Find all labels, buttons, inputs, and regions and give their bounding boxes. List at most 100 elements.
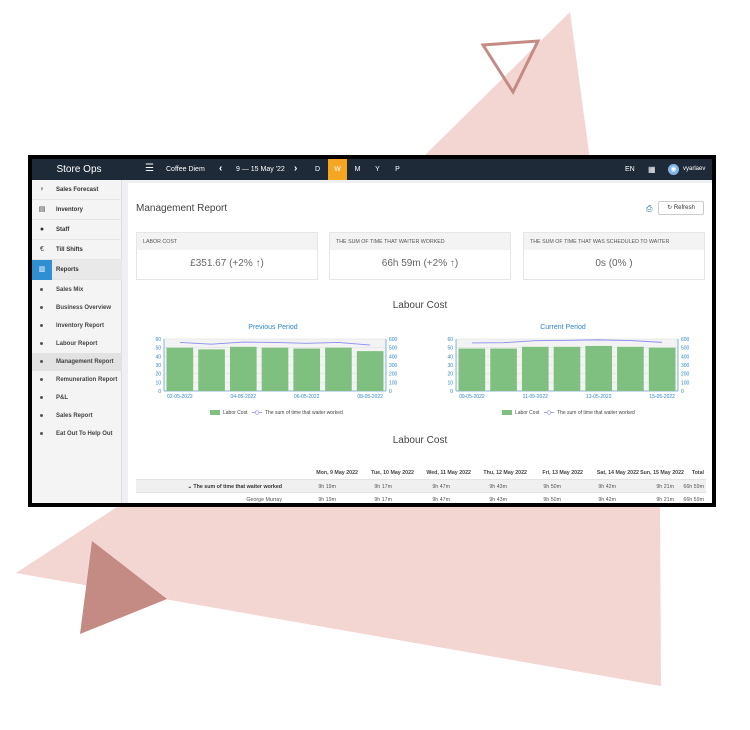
sidebar-subitem-labour-report[interactable]: Labour Report	[32, 335, 122, 353]
stat-label: THE SUM OF TIME THAT WAITER WORKED	[330, 233, 510, 250]
table-cell: 9h 17m	[374, 484, 392, 490]
bullet-icon	[40, 324, 43, 327]
chart-title-current: Current Period	[540, 324, 586, 331]
y-right-tick-label: 300	[681, 363, 690, 369]
y-right-tick-label: 400	[681, 354, 690, 360]
next-period-arrow-icon[interactable]: ›	[294, 163, 297, 174]
tab-week[interactable]: W	[328, 159, 347, 180]
sidebar-item-till-shifts[interactable]: € Till Shifts	[32, 240, 122, 260]
sidebar-subitem-pnl[interactable]: P&L	[32, 389, 122, 407]
table-row[interactable]: ⌄ The sum of time that waiter worked 9h …	[136, 479, 706, 492]
sidebar-item-label: Staff	[56, 227, 70, 233]
stat-card-time-worked: THE SUM OF TIME THAT WAITER WORKED 66h 5…	[329, 232, 511, 280]
sidebar-subitem-label: Inventory Report	[56, 323, 105, 329]
sidebar-subitem-eat-out[interactable]: Eat Out To Help Out	[32, 425, 122, 443]
section-title-labour-cost: Labour Cost	[392, 300, 448, 311]
sidebar-subitem-remuneration-report[interactable]: Remuneration Report	[32, 371, 122, 389]
language-selector[interactable]: EN	[625, 166, 635, 173]
table-header-cell: Wed, 11 May 2022	[426, 470, 471, 476]
x-tick-label: 09-05-2022	[459, 394, 485, 400]
sidebar: ♀ Sales Forecast ▤ Inventory ● Staff € T…	[32, 180, 122, 503]
legend-swatch-labor-cost	[502, 410, 512, 415]
table-cell: 9h 50m	[543, 484, 561, 490]
y-left-tick-label: 0	[450, 389, 453, 395]
sidebar-subitem-sales-report[interactable]: Sales Report	[32, 407, 122, 425]
y-right-tick-label: 600	[389, 337, 398, 343]
prev-period-arrow-icon[interactable]: ‹	[219, 163, 222, 174]
apps-grid-icon[interactable]: ▦	[648, 165, 656, 174]
x-tick-label: 15-05-2022	[649, 394, 675, 400]
sidebar-subitem-label: P&L	[56, 395, 68, 401]
table-header: Mon, 9 May 2022 Tue, 10 May 2022 Wed, 11…	[136, 466, 706, 479]
bar-labor-cost	[617, 346, 644, 391]
stat-label: LABOR COST	[137, 233, 317, 250]
sidebar-item-sales-forecast[interactable]: ♀ Sales Forecast	[32, 180, 122, 200]
table-cell: 9h 42m	[598, 484, 616, 490]
x-tick-label: 08-05-2022	[357, 394, 383, 400]
y-left-tick-label: 0	[158, 389, 161, 395]
sidebar-subitem-sales-mix[interactable]: Sales Mix	[32, 281, 122, 299]
tab-day[interactable]: D	[308, 159, 327, 180]
sidebar-subitem-label: Management Report	[56, 359, 114, 365]
sidebar-subitem-business-overview[interactable]: Business Overview	[32, 299, 122, 317]
sidebar-subitem-label: Remuneration Report	[56, 377, 118, 383]
hamburger-menu-icon[interactable]: ☰	[145, 163, 154, 174]
refresh-button[interactable]: ↻ Refresh	[658, 201, 704, 215]
table-cell: 9h 21m	[656, 484, 674, 490]
table-cell: 9h 47m	[432, 484, 450, 490]
print-icon[interactable]: ⎙	[646, 204, 652, 214]
store-selector[interactable]: Coffee Diem	[166, 166, 205, 173]
row-label-text: The sum of time that waiter worked	[193, 484, 282, 490]
y-right-tick-label: 200	[389, 372, 398, 378]
x-tick-label: 06-05-2022	[294, 394, 320, 400]
y-left-tick-label: 60	[155, 337, 161, 343]
legend-label-labor-cost: Labor Cost	[515, 410, 540, 416]
table-header-cell: Sat, 14 May 2022	[596, 470, 639, 476]
row-group-label[interactable]: ⌄ The sum of time that waiter worked	[136, 484, 282, 490]
sidebar-subitem-management-report[interactable]: Management Report	[32, 353, 122, 371]
chart-previous-period: 0102030405060010020030040050060002-05-20…	[155, 337, 398, 416]
bulb-icon: ♀	[39, 186, 45, 193]
sidebar-subitem-label: Eat Out To Help Out	[56, 431, 113, 437]
stat-value: 66h 59m (+2% ↑)	[381, 258, 459, 269]
y-left-tick-label: 10	[155, 380, 161, 386]
y-right-tick-label: 500	[389, 346, 398, 352]
x-tick-label: 04-05-2022	[230, 394, 256, 400]
y-left-tick-label: 20	[447, 372, 453, 378]
sidebar-item-inventory[interactable]: ▤ Inventory	[32, 200, 122, 220]
y-right-tick-label: 500	[681, 346, 690, 352]
user-avatar-icon[interactable]: ◉	[668, 164, 679, 175]
sidebar-subitem-label: Business Overview	[56, 305, 112, 311]
y-right-tick-label: 0	[389, 389, 392, 395]
table-cell: 9h 19m	[318, 484, 336, 490]
chart-title-previous: Previous Period	[248, 324, 298, 331]
table-header-cell: Total	[691, 470, 704, 476]
y-right-tick-label: 100	[681, 380, 690, 386]
sidebar-item-label: Sales Forecast	[56, 187, 99, 193]
legend-marker-time-worked	[546, 410, 552, 415]
bar-labor-cost	[648, 347, 676, 391]
app-window: Store Ops ☰ Coffee Diem ‹ 9 — 15 May '22…	[28, 155, 716, 507]
bullet-icon	[40, 288, 43, 291]
table-cell: 9h 17m	[374, 497, 392, 503]
bar-labor-cost	[585, 345, 613, 391]
sidebar-item-staff[interactable]: ● Staff	[32, 220, 122, 240]
large-triangle-top	[420, 12, 590, 160]
username[interactable]: vyarlaev	[683, 166, 705, 172]
y-left-tick-label: 40	[447, 354, 453, 360]
app-brand[interactable]: Store Ops	[32, 159, 126, 180]
bar-labor-cost	[490, 348, 517, 391]
tab-year[interactable]: Y	[368, 159, 387, 180]
x-tick-label: 11-05-2022	[523, 394, 548, 400]
box-icon: ▤	[38, 206, 46, 213]
row-label-text: George Murray	[246, 497, 282, 503]
sidebar-subitem-inventory-report[interactable]: Inventory Report	[32, 317, 122, 335]
tab-month[interactable]: M	[348, 159, 367, 180]
page-title: Management Report	[136, 203, 228, 214]
table-header-cell: Sun, 15 May 2022	[640, 470, 684, 476]
sidebar-item-reports[interactable]: ▥ Reports	[32, 260, 122, 280]
table-cell: 66h 59m	[683, 497, 704, 503]
table-cell: 9h 47m	[432, 497, 450, 503]
bar-labor-cost	[198, 349, 225, 391]
tab-period[interactable]: P	[388, 159, 407, 180]
